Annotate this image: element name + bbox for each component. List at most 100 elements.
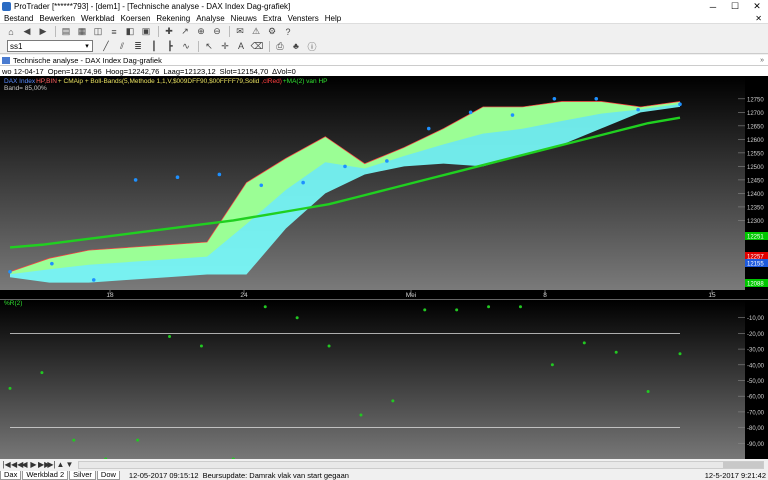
sheet-tab-dax[interactable]: Dax — [0, 470, 22, 480]
legend-ma: +MA(2) van HP — [283, 78, 328, 85]
window-title: ProTrader [******793] - [dem1] - [Techni… — [14, 2, 291, 11]
price-tick-label: 12350 — [747, 205, 764, 211]
portfolio-icon[interactable]: ◫ — [91, 25, 105, 38]
x-tick-label: 15 — [708, 292, 716, 299]
scroll-up-button[interactable]: ▲ — [56, 460, 65, 469]
fibonacci-icon[interactable]: ≣ — [131, 40, 145, 53]
menu-bewerken[interactable]: Bewerken — [39, 14, 75, 23]
menu-bestand[interactable]: Bestand — [4, 14, 33, 23]
fast-forward-button[interactable]: ▶▶ — [38, 460, 50, 469]
text-icon[interactable]: A — [234, 40, 248, 53]
cursor-icon[interactable]: ↖ — [202, 40, 216, 53]
price-point — [552, 97, 557, 101]
eraser-icon[interactable]: ⌫ — [250, 40, 264, 53]
x-tick-label: 24 — [240, 292, 248, 299]
main-toolbar: ⌂ ◀ ▶ ▤ ▦ ◫ ≡ ◧ ▣ ✚ ↗ ⊕ ⊖ ✉ ⚠ ⚙ ? — [0, 24, 768, 39]
zoom-in-icon[interactable]: ⊕ — [194, 25, 208, 38]
orders-icon[interactable]: ▦ — [75, 25, 89, 38]
price-point — [8, 269, 12, 274]
williams-r-point — [8, 386, 12, 390]
price-point — [91, 278, 96, 282]
chart-area[interactable]: DAX IndexHP,BIN+ CMAip + Boll-Bands(5,Me… — [0, 76, 768, 461]
help-icon[interactable]: ? — [281, 25, 295, 38]
maximize-button[interactable]: ☐ — [724, 0, 746, 13]
ohlc-bar: wo 12-04-17 Open=12174,96 Hoog=12242,76 … — [0, 66, 768, 76]
menu-nieuws[interactable]: Nieuws — [231, 14, 257, 23]
williams-r-point — [391, 399, 395, 403]
menu-koersen[interactable]: Koersen — [121, 14, 151, 23]
calculator-icon[interactable]: ▣ — [139, 25, 153, 38]
williams-r-point — [550, 363, 554, 367]
menu-help[interactable]: Help — [325, 14, 341, 23]
chevron-down-icon[interactable]: ▾ — [82, 42, 92, 50]
crosshair-icon[interactable]: ✛ — [218, 40, 232, 53]
status-timestamp: 12-05-2017 09:15:12 — [128, 470, 199, 480]
williams-r-point — [295, 316, 299, 320]
indicator-tick-label: -20,00 — [747, 332, 765, 338]
last-button[interactable]: ▶| — [47, 460, 56, 469]
forward-button[interactable]: ▶ — [29, 460, 38, 469]
price-marker-label: 12088 — [747, 282, 764, 288]
draw-line-icon[interactable]: ╱ — [99, 40, 113, 53]
menu-bar: Bestand Bewerken Werkblad Koersen Rekeni… — [0, 13, 768, 24]
sheet-tab-silver[interactable]: Silver — [69, 470, 96, 480]
chevron-right-icon[interactable]: » — [760, 57, 764, 64]
home-icon[interactable]: ⌂ — [4, 25, 18, 38]
trend-icon[interactable]: ↗ — [178, 25, 192, 38]
williams-r-point — [327, 344, 331, 348]
separator — [229, 26, 230, 37]
fast-back-button[interactable]: ◀◀ — [11, 460, 23, 469]
price-point — [468, 110, 473, 115]
indicator-tick-label: -70,00 — [747, 410, 765, 416]
menu-werkblad[interactable]: Werkblad — [81, 14, 115, 23]
price-point — [217, 172, 222, 177]
price-tick-label: 12450 — [747, 178, 764, 184]
zoom-out-icon[interactable]: ⊖ — [210, 25, 224, 38]
status-bar: Dax Werkblad 2 Silver Dow 12-05-2017 09:… — [0, 470, 768, 480]
price-tick-label: 12700 — [747, 111, 764, 117]
bar-icon[interactable]: ┣ — [163, 40, 177, 53]
menu-analyse[interactable]: Analyse — [196, 14, 224, 23]
print-icon[interactable]: ⎙ — [273, 40, 287, 53]
price-marker-label: 12251 — [747, 235, 764, 241]
draw-channel-icon[interactable]: ⫽ — [115, 40, 129, 53]
clover-icon[interactable]: ♣ — [289, 40, 303, 53]
menu-vensters[interactable]: Vensters — [288, 14, 319, 23]
menu-rekening[interactable]: Rekening — [156, 14, 190, 23]
info-icon[interactable]: ⓘ — [305, 40, 319, 53]
minimize-button[interactable]: ─ — [702, 0, 724, 13]
child-close-button[interactable]: ✕ — [755, 14, 762, 23]
sheet-tab-werkblad-2[interactable]: Werkblad 2 — [22, 470, 69, 480]
scrollbar-thumb[interactable] — [723, 461, 763, 468]
candle-icon[interactable]: ┃ — [147, 40, 161, 53]
menu-extra[interactable]: Extra — [263, 14, 282, 23]
price-point — [175, 175, 180, 179]
price-point — [343, 164, 347, 169]
back-button[interactable]: ◀ — [20, 460, 29, 469]
forward-icon[interactable]: ▶ — [36, 25, 50, 38]
workspace-combo[interactable]: ss1 ▾ — [7, 40, 93, 52]
horizontal-scrollbar[interactable] — [78, 460, 764, 469]
status-message: Beursupdate: Damrak vlak van start gegaa… — [202, 470, 349, 480]
quotes-icon[interactable]: ▤ — [59, 25, 73, 38]
close-button[interactable]: ✕ — [746, 0, 768, 13]
alert-icon[interactable]: ⚠ — [249, 25, 263, 38]
williams-r-point — [487, 305, 491, 309]
sheet-tab-dow[interactable]: Dow — [96, 470, 120, 480]
williams-r-point — [582, 341, 586, 345]
williams-r-point — [423, 308, 427, 312]
indicator-icon[interactable]: ∿ — [179, 40, 193, 53]
price-point — [133, 178, 138, 182]
graph-icon[interactable]: ◧ — [123, 25, 137, 38]
first-button[interactable]: |◀ — [2, 460, 11, 469]
back-icon[interactable]: ◀ — [20, 25, 34, 38]
chart-icon[interactable]: ✚ — [162, 25, 176, 38]
scroll-down-button[interactable]: ▼ — [65, 460, 74, 469]
x-axis-strip — [0, 290, 768, 300]
chart-svg[interactable]: DAX IndexHP,BIN+ CMAip + Boll-Bands(5,Me… — [0, 76, 768, 461]
price-point — [426, 126, 431, 131]
settings-icon[interactable]: ⚙ — [265, 25, 279, 38]
price-marker-label: 12155 — [747, 262, 764, 268]
list-icon[interactable]: ≡ — [107, 25, 121, 38]
news-icon[interactable]: ✉ — [233, 25, 247, 38]
